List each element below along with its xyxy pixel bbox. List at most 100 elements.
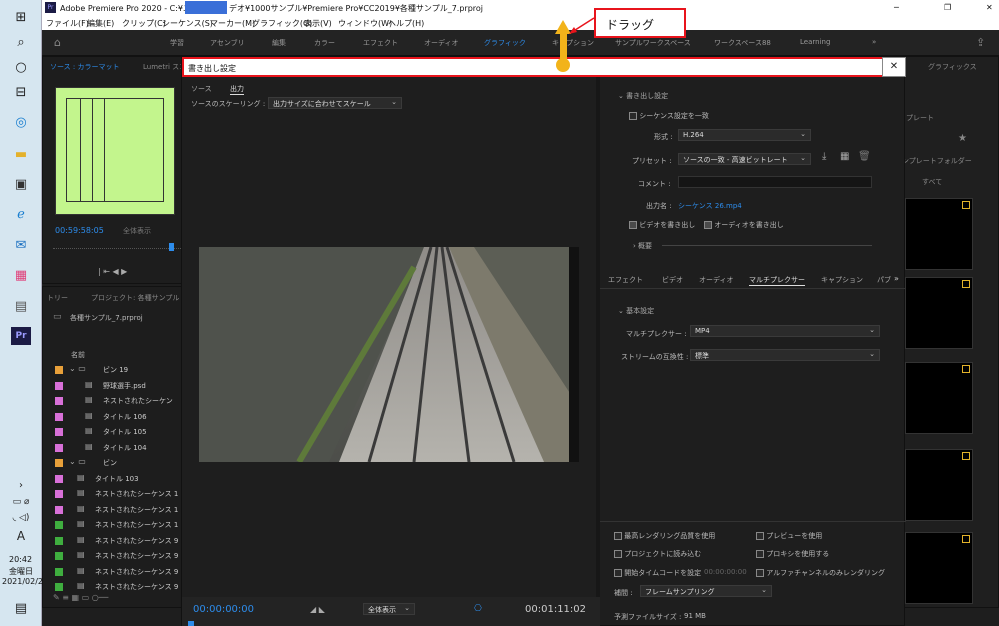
chevron-right-icon[interactable]: » xyxy=(894,274,899,283)
delete-preset-icon[interactable]: 🗑 xyxy=(858,151,871,162)
comment-field[interactable] xyxy=(678,176,872,188)
volume-icon[interactable]: ◟ ◁) xyxy=(11,509,31,527)
photos-icon[interactable]: ▦ xyxy=(11,266,31,284)
search-icon[interactable]: ⌕ xyxy=(11,33,31,51)
list-item[interactable]: ▤ ネストされたシーケンス 1 xyxy=(51,487,183,501)
tab-source[interactable]: ソース xyxy=(191,84,212,94)
chevron-up-icon[interactable]: › xyxy=(11,476,31,494)
list-item[interactable]: ▤ タイトル 106 xyxy=(51,410,183,424)
fit-select[interactable]: 全体表示 ⌄ xyxy=(363,603,415,615)
export-settings-header[interactable]: ⌄ 書き出し設定 xyxy=(618,91,668,101)
all-filter[interactable]: すべて xyxy=(922,177,942,187)
share-icon[interactable]: ⇪ xyxy=(976,36,985,49)
template-thumb[interactable] xyxy=(905,198,973,270)
source-timecode[interactable]: 00:59:58:05 xyxy=(55,226,104,235)
ws-learning-jp[interactable]: 学習 xyxy=(170,38,184,48)
project-tab-1[interactable]: プロジェクト: 各種サンプル xyxy=(91,293,179,303)
import-project-checkbox[interactable]: プロジェクトに読み込む xyxy=(614,549,701,559)
menu-marker[interactable]: マーカー(M) xyxy=(210,18,255,29)
template-thumb[interactable] xyxy=(905,449,973,521)
lumetri-tab[interactable]: Lumetri スコ xyxy=(143,62,186,72)
basic-settings-header[interactable]: ⌄ 基本設定 xyxy=(618,306,654,316)
calculator-icon[interactable]: ▤ xyxy=(11,297,31,315)
ime-icon[interactable]: A xyxy=(11,527,31,545)
home-icon[interactable]: ⌂ xyxy=(54,36,61,49)
list-item[interactable]: ▤ タイトル 104 xyxy=(51,441,183,455)
label-color-swatch[interactable] xyxy=(55,552,63,560)
store-icon[interactable]: ▣ xyxy=(11,175,31,193)
star-icon[interactable]: ★ xyxy=(958,133,967,144)
windows-start-icon[interactable]: ⊞ xyxy=(11,8,31,26)
label-color-swatch[interactable] xyxy=(55,381,63,390)
label-color-swatch[interactable] xyxy=(55,428,63,436)
timeline-playhead[interactable] xyxy=(188,621,194,626)
source-range-icon[interactable]: ⎔ xyxy=(474,604,482,614)
graphics-tab[interactable]: グラフィックス xyxy=(928,62,977,72)
output-name-link[interactable]: シーケンス 26.mp4 xyxy=(678,201,742,211)
minimize-button[interactable]: ─ xyxy=(894,3,899,12)
template-thumb[interactable] xyxy=(905,362,973,434)
tab-captions[interactable]: キャプション xyxy=(821,275,863,285)
source-ruler[interactable] xyxy=(53,243,181,249)
source-playhead[interactable] xyxy=(169,243,174,251)
list-item[interactable]: ⌄ ▭ ビン xyxy=(51,456,183,470)
ws-captions[interactable]: キャプション xyxy=(552,38,594,48)
list-item[interactable]: ▤ ネストされたシーケンス 9 xyxy=(51,580,183,594)
label-color-swatch[interactable] xyxy=(55,459,63,467)
label-color-swatch[interactable] xyxy=(55,366,63,374)
source-tab[interactable]: ソース : カラーマット xyxy=(50,62,119,72)
tab-publish[interactable]: パブ xyxy=(877,275,891,285)
list-item[interactable]: ▤ タイトル 103 xyxy=(51,472,183,486)
menu-sequence[interactable]: シーケンス(S) xyxy=(162,18,213,29)
list-item[interactable]: ▤ ネストされたシーケンス 1 xyxy=(51,518,183,532)
max-render-checkbox[interactable]: 最高レンダリング品質を使用 xyxy=(614,531,715,541)
menu-clip[interactable]: クリップ(C) xyxy=(122,18,166,29)
stream-compat-select[interactable]: 標準 ⌄ xyxy=(690,349,880,361)
chevron-right-icon[interactable]: » xyxy=(872,38,876,46)
dialog-close-button[interactable]: ✕ xyxy=(882,57,906,77)
menu-view[interactable]: 表示(V) xyxy=(304,18,332,29)
ws-learning[interactable]: Learning xyxy=(800,38,830,46)
premiere-icon[interactable]: Pr xyxy=(11,327,31,345)
list-item[interactable]: ▤ タイトル 105 xyxy=(51,425,183,439)
menu-help[interactable]: ヘルプ(H) xyxy=(388,18,424,29)
list-item[interactable]: ▤ ネストされたシーケンス 9 xyxy=(51,534,183,548)
scaling-select[interactable]: 出力サイズに合わせてスケール ⌄ xyxy=(268,97,402,109)
cortana-icon[interactable]: ○ xyxy=(11,58,31,76)
ws-color[interactable]: カラー xyxy=(314,38,335,48)
project-tab-0[interactable]: トリー xyxy=(47,293,68,303)
list-item[interactable]: ▤ ネストされたシーケン xyxy=(51,394,183,408)
in-out-icons[interactable]: ◢ ◣ xyxy=(310,605,325,614)
ws-sample[interactable]: サンプルワークスペース xyxy=(615,38,691,48)
summary-toggle[interactable]: › 概要 xyxy=(633,241,652,251)
tab-multiplexer[interactable]: マルチプレクサー xyxy=(749,275,805,286)
export-video-checkbox[interactable]: ビデオを書き出し xyxy=(629,220,695,230)
template-thumb[interactable] xyxy=(905,277,973,349)
list-item[interactable]: ▤ ネストされたシーケンス 1 xyxy=(51,503,183,517)
multiplexer-select[interactable]: MP4 ⌄ xyxy=(690,325,880,337)
mail-icon[interactable]: ✉ xyxy=(11,236,31,254)
explorer-icon[interactable]: ▬ xyxy=(11,145,31,163)
use-proxy-checkbox[interactable]: プロキシを使用する xyxy=(756,549,829,559)
edge-icon[interactable]: ◎ xyxy=(11,113,31,131)
ws-editing[interactable]: 編集 xyxy=(272,38,286,48)
menu-window[interactable]: ウィンドウ(W) xyxy=(338,18,392,29)
label-color-swatch[interactable] xyxy=(55,583,63,591)
tab-effects[interactable]: エフェクト xyxy=(608,275,643,285)
list-item[interactable]: ▤ ネストされたシーケンス 9 xyxy=(51,565,183,579)
interpolation-select[interactable]: フレームサンプリング ⌄ xyxy=(640,585,772,597)
format-select[interactable]: H.264 ⌄ xyxy=(678,129,811,141)
label-color-swatch[interactable] xyxy=(55,490,63,498)
tab-audio[interactable]: オーディオ xyxy=(699,275,734,285)
ws-assembly[interactable]: アセンブリ xyxy=(210,38,245,48)
import-preset-icon[interactable]: ▦ xyxy=(840,151,849,162)
alpha-only-checkbox[interactable]: アルファチャンネルのみレンダリング xyxy=(756,568,885,578)
label-color-swatch[interactable] xyxy=(55,567,63,576)
maximize-button[interactable]: ❐ xyxy=(944,3,951,12)
export-audio-checkbox[interactable]: オーディオを書き出し xyxy=(704,220,784,230)
label-color-swatch[interactable] xyxy=(55,474,63,483)
pencil-icon[interactable]: ✎ ≡ ▦ ▭ ○── xyxy=(53,593,108,602)
tab-video[interactable]: ビデオ xyxy=(662,275,683,285)
task-view-icon[interactable]: ⊟ xyxy=(11,83,31,101)
label-color-swatch[interactable] xyxy=(55,505,63,514)
